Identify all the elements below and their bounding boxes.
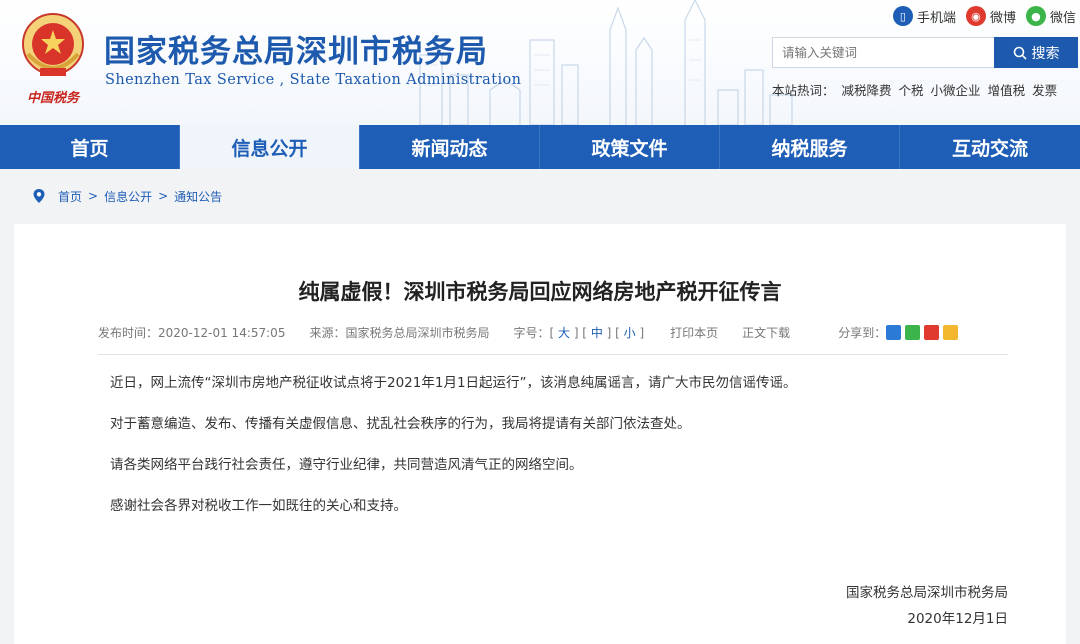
share-more-icon[interactable] bbox=[886, 325, 902, 340]
tax-emblem-logo: 中国税务 bbox=[22, 13, 84, 106]
font-size-medium[interactable]: 中 bbox=[591, 326, 603, 340]
nav-item-policy[interactable]: 政策文件 bbox=[540, 125, 720, 169]
weibo-icon: ◉ bbox=[965, 6, 986, 26]
nav-item-info-disclosure[interactable]: 信息公开 bbox=[180, 125, 360, 169]
font-size-control: 字号：[ 大 ] [ 中 ] [ 小 ] bbox=[513, 326, 645, 340]
font-size-large[interactable]: 大 bbox=[558, 326, 570, 340]
font-size-label: 字号： bbox=[513, 326, 550, 340]
wechat-link[interactable]: ● 微信 bbox=[1025, 6, 1080, 26]
site-subtitle: Shenzhen Tax Service , State Taxation Ad… bbox=[105, 72, 522, 88]
article-meta: 发布时间：2020-12-01 14:57:05 来源：国家税务总局深圳市税务局… bbox=[98, 324, 1008, 341]
article-paragraph: 感谢社会各界对税收工作一如既往的关心和支持。 bbox=[110, 498, 407, 514]
search-bar: 搜索 bbox=[772, 37, 1078, 68]
share-qzone-icon[interactable] bbox=[943, 325, 959, 340]
article-paragraph: 对于蓄意编造、发布、传播有关虚假信息、扰乱社会秩序的行为，我局将提请有关部门依法… bbox=[110, 416, 691, 432]
mobile-link-label: 手机端 bbox=[916, 10, 956, 26]
hotword-item[interactable]: 个税 bbox=[899, 80, 924, 99]
nav-item-tax-service[interactable]: 纳税服务 bbox=[720, 125, 900, 169]
article-paragraph: 近日，网上流传“深圳市房地产税征收试点将于2021年1月1日起运行”，该消息纯属… bbox=[110, 375, 797, 391]
mobile-link[interactable]: ▯ 手机端 bbox=[892, 6, 956, 26]
share-weibo-icon[interactable] bbox=[924, 325, 940, 340]
nav-item-home[interactable]: 首页 bbox=[0, 125, 180, 169]
signature-date: 2020年12月1日 bbox=[907, 611, 1008, 627]
article-body: 近日，网上流传“深圳市房地产税征收试点将于2021年1月1日起运行”，该消息纯属… bbox=[110, 374, 1010, 538]
article-title: 纯属虚假！深圳市税务局回应网络房地产税开征传言 bbox=[298, 280, 782, 304]
article-paragraph: 请各类网络平台践行社会责任，遵守行业纪律，共同营造风清气正的网络空间。 bbox=[110, 457, 583, 473]
hotword-item[interactable]: 小微企业 bbox=[931, 80, 981, 99]
share-label: 分享到： bbox=[838, 326, 887, 340]
hotword-item[interactable]: 发票 bbox=[1032, 80, 1057, 99]
article-signature: 国家税务总局深圳市税务局 2020年12月1日 bbox=[846, 580, 1008, 632]
search-input[interactable] bbox=[772, 37, 994, 68]
article-card: 纯属虚假！深圳市税务局回应网络房地产税开征传言 发布时间：2020-12-01 … bbox=[14, 224, 1066, 644]
main-nav: 首页 信息公开 新闻动态 政策文件 纳税服务 互动交流 bbox=[0, 125, 1080, 169]
top-links: ▯ 手机端 ◉ 微博 ● 微信 bbox=[892, 6, 1080, 26]
breadcrumb-separator: > bbox=[88, 189, 99, 203]
hotword-item[interactable]: 增值税 bbox=[988, 80, 1026, 99]
search-button[interactable]: 搜索 bbox=[994, 37, 1078, 68]
site-title: 国家税务总局深圳市税务局 bbox=[104, 34, 488, 70]
print-button[interactable]: 打印本页 bbox=[670, 324, 718, 341]
weibo-link[interactable]: ◉ 微博 bbox=[965, 6, 1016, 26]
breadcrumb-home[interactable]: 首页 bbox=[58, 188, 82, 205]
search-icon bbox=[1013, 46, 1027, 60]
font-size-small[interactable]: 小 bbox=[624, 326, 636, 340]
weibo-link-label: 微博 bbox=[989, 10, 1016, 26]
wechat-link-label: 微信 bbox=[1049, 10, 1076, 26]
nav-item-interaction[interactable]: 互动交流 bbox=[900, 125, 1080, 169]
mobile-icon: ▯ bbox=[892, 6, 913, 26]
meta-divider bbox=[98, 354, 1008, 355]
hotwords-label: 本站热词： bbox=[772, 83, 835, 98]
location-pin-icon bbox=[33, 189, 45, 203]
hotword-item[interactable]: 减税降费 bbox=[842, 80, 892, 99]
nav-item-news[interactable]: 新闻动态 bbox=[360, 125, 540, 169]
site-header: 中国税务 国家税务总局深圳市税务局 Shenzhen Tax Service ,… bbox=[0, 0, 1080, 125]
breadcrumb-notices[interactable]: 通知公告 bbox=[174, 188, 222, 205]
hotwords: 本站热词： 减税降费 个税 小微企业 增值税 发票 bbox=[772, 80, 1057, 99]
share-wechat-icon[interactable] bbox=[905, 325, 921, 340]
breadcrumb-separator: > bbox=[158, 189, 169, 203]
wechat-icon: ● bbox=[1025, 6, 1046, 26]
breadcrumb-info-disclosure[interactable]: 信息公开 bbox=[104, 188, 152, 205]
signature-org: 国家税务总局深圳市税务局 bbox=[846, 585, 1008, 601]
search-button-label: 搜索 bbox=[1031, 45, 1060, 62]
breadcrumb: 首页 > 信息公开 > 通知公告 bbox=[0, 169, 1080, 223]
article-source: 来源：国家税务总局深圳市税务局 bbox=[309, 326, 490, 340]
svg-text:中国税务: 中国税务 bbox=[27, 90, 81, 106]
publish-time: 发布时间：2020-12-01 14:57:05 bbox=[98, 326, 286, 340]
download-button[interactable]: 正文下载 bbox=[742, 324, 790, 341]
share-icons bbox=[886, 325, 959, 340]
